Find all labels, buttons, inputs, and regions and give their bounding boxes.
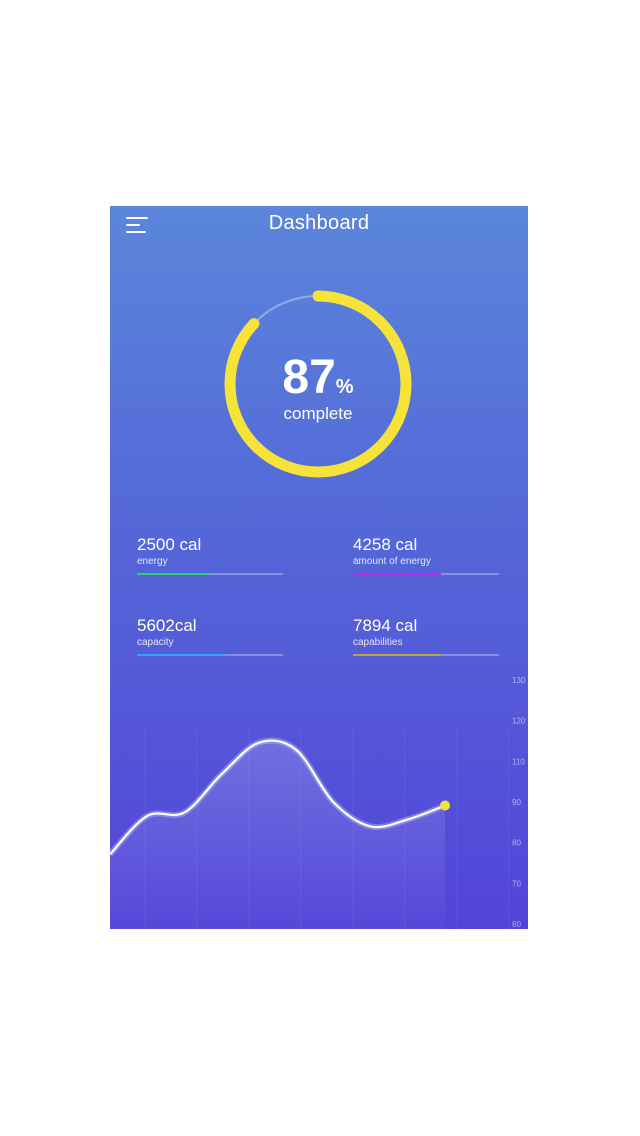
chart-data-point: [406, 818, 409, 821]
chart-data-point: [332, 801, 335, 803]
stat-label: energy: [137, 556, 168, 567]
stat-value: 2500 cal: [137, 535, 202, 554]
stat-energy: 2500 cal energy: [137, 535, 283, 575]
stat-bar-fill: [137, 654, 225, 656]
stat-label: amount of energy: [353, 556, 431, 567]
progress-percent-value: 87: [282, 351, 336, 404]
chart-data-point: [220, 773, 223, 775]
stat-bar-fill: [137, 573, 210, 575]
y-tick-label: 130: [512, 676, 526, 685]
chart-area-fill: [110, 740, 445, 929]
progress-label: complete: [283, 404, 353, 423]
chart-data-point: [369, 825, 372, 828]
stat-value: 4258 cal: [353, 535, 418, 554]
stat-amount-of-energy: 4258 cal amount of energy: [353, 535, 499, 575]
chart-data-point: [258, 741, 260, 744]
y-tick-label: 110: [512, 757, 525, 766]
chart-data-point: [183, 811, 186, 814]
stat-value: 7894 cal: [353, 616, 418, 635]
y-tick-label: 60: [512, 920, 521, 929]
stat-bar-fill: [353, 573, 441, 575]
chart-data-point: [146, 815, 149, 817]
y-tick-label: 120: [512, 717, 526, 726]
line-chart: 130 120 110 90 80 70 60: [110, 676, 526, 929]
y-tick-label: 90: [512, 798, 521, 807]
phone-screen: Dashboard 87% complete 2500 cal energy 4…: [110, 206, 528, 929]
progress-percent-unit: %: [335, 376, 354, 398]
stat-label: capacity: [137, 637, 174, 648]
y-tick-label: 70: [512, 879, 521, 888]
progress-readout: 87% complete: [218, 354, 418, 424]
stat-label: capabilities: [353, 637, 403, 648]
stat-capacity: 5602cal capacity: [137, 616, 283, 656]
stat-value: 5602cal: [137, 616, 197, 635]
y-tick-label: 80: [512, 839, 521, 848]
stat-bar-fill: [353, 654, 441, 656]
chart-data-point: [295, 748, 297, 751]
chart-end-marker: [440, 800, 450, 811]
stat-capabilities: 7894 cal capabilities: [353, 616, 499, 656]
page-title: Dashboard: [268, 212, 370, 234]
